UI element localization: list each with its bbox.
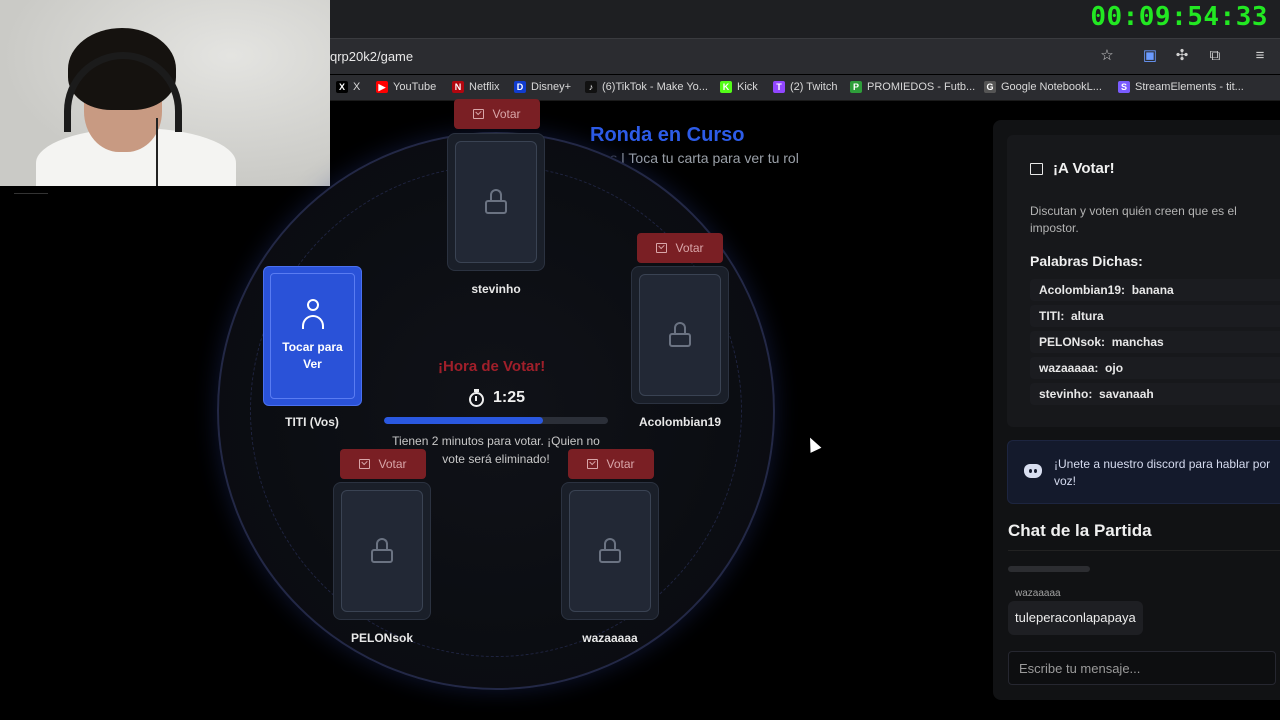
voting-title: ¡Hora de Votar!: [438, 358, 546, 375]
word-player: stevinho:: [1039, 387, 1093, 401]
bookmark-label: Google NotebookL...: [1001, 81, 1102, 93]
stream-timer: 00:09:54:33: [1090, 2, 1268, 32]
bookmark-label: Netflix: [469, 81, 500, 93]
word-row: TITI: altura: [1030, 305, 1280, 327]
my-role-card[interactable]: Tocar para Ver: [263, 266, 362, 406]
vote-progress-fill: [384, 417, 544, 424]
person-icon: [300, 299, 326, 331]
vote-box-description: Discutan y voten quién creen que es el i…: [1030, 204, 1237, 235]
bookmark-favicon-icon: X: [336, 81, 348, 93]
player-name: PELONsok: [350, 631, 413, 645]
bookmark-label: X: [353, 81, 361, 93]
ballot-icon: [1030, 162, 1043, 175]
star-icon[interactable]: ☆: [1098, 47, 1116, 65]
chat-title: Chat de la Partida: [1008, 521, 1152, 540]
menu-icon[interactable]: ≡: [1251, 47, 1269, 65]
chat-message: tuleperaconlapapaya: [1008, 601, 1143, 635]
word-value: ojo: [1105, 361, 1124, 375]
address-bar[interactable]: qrp20k2/game: [330, 49, 413, 64]
word-player: TITI:: [1039, 309, 1065, 323]
bookmark-label: YouTube: [393, 81, 437, 93]
round-title: Ronda en Curso: [590, 124, 745, 146]
vote-button-stevinho[interactable]: Votar: [454, 99, 540, 129]
ballot-icon: [473, 109, 485, 119]
bookmark-item[interactable]: G Google NotebookL...: [984, 81, 1102, 93]
lock-icon: [371, 538, 393, 564]
word-value: altura: [1071, 309, 1104, 323]
chat-message-user: wazaaaaa: [1015, 588, 1061, 599]
bookmark-label: StreamElements - tit...: [1135, 81, 1244, 93]
bookmark-label: Kick: [737, 81, 758, 93]
bookmark-item[interactable]: N Netflix: [452, 81, 500, 93]
bookmark-favicon-icon: K: [720, 81, 732, 93]
word-player: wazaaaaa:: [1039, 361, 1099, 375]
mouse-cursor: [804, 435, 822, 453]
player-name: wazaaaaa: [582, 631, 638, 645]
word-value: savanaah: [1099, 387, 1154, 401]
chat-scrollbar[interactable]: [1008, 566, 1090, 572]
player-card-stevinho: [447, 133, 545, 271]
ballot-icon: [587, 459, 599, 469]
lock-icon: [599, 538, 621, 564]
bookmark-favicon-icon: T: [773, 81, 785, 93]
vote-button-pelonsok[interactable]: Votar: [340, 449, 426, 479]
words-title: Palabras Dichas:: [1030, 253, 1143, 269]
vote-box-title: ¡A Votar!: [1030, 160, 1115, 177]
ballot-icon: [359, 459, 371, 469]
bookmark-item[interactable]: K Kick: [720, 81, 758, 93]
bookmark-favicon-icon: ♪: [585, 81, 597, 93]
bookmark-item[interactable]: ♪ (6)TikTok - Make Yo...: [585, 81, 708, 93]
player-card-wazaaaaa: [561, 482, 659, 620]
bookmark-favicon-icon: ▶: [376, 81, 388, 93]
countdown-time: 1:25: [493, 389, 526, 406]
word-value: banana: [1131, 283, 1174, 297]
reveal-card-label: Tocar para Ver: [282, 340, 343, 371]
discord-icon: [1024, 464, 1042, 478]
extension-icon[interactable]: ✣: [1173, 47, 1191, 65]
bookmark-label: (6)TikTok - Make Yo...: [602, 81, 708, 93]
word-row: wazaaaaa: ojo: [1030, 357, 1280, 379]
chat-input[interactable]: [1008, 651, 1276, 685]
bookmark-favicon-icon: G: [984, 81, 996, 93]
bookmark-favicon-icon: D: [514, 81, 526, 93]
my-player-name: TITI (Vos): [285, 415, 339, 429]
bookmark-item[interactable]: D Disney+: [514, 81, 571, 93]
player-name: Acolombian19: [638, 415, 722, 429]
bookmark-item[interactable]: ▶ YouTube: [376, 81, 436, 93]
webcam-feed: [0, 0, 330, 186]
bookmark-label: Disney+: [531, 81, 572, 93]
bookmark-item[interactable]: P PROMIEDOS - Futb...: [850, 81, 975, 93]
word-row: Acolombian19: banana: [1030, 279, 1280, 301]
bookmark-favicon-icon: N: [452, 81, 464, 93]
discord-text[interactable]: ¡Unete a nuestro discord para hablar por…: [1054, 456, 1280, 490]
vote-progress-bar: [384, 417, 608, 424]
divider: [1008, 550, 1280, 551]
puzzle-icon[interactable]: ⧉: [1206, 47, 1224, 65]
word-value: manchas: [1111, 335, 1164, 349]
player-card-acolombian19: [631, 266, 729, 404]
word-row: stevinho: savanaah: [1030, 383, 1280, 405]
bookmark-favicon-icon: P: [850, 81, 862, 93]
divider: [14, 186, 48, 194]
word-player: PELONsok:: [1039, 335, 1106, 349]
vote-button-wazaaaaa[interactable]: Votar: [568, 449, 654, 479]
stopwatch-icon: [469, 389, 484, 407]
bookmark-item[interactable]: T (2) Twitch: [773, 81, 837, 93]
word-row: PELONsok: manchas: [1030, 331, 1280, 353]
vote-button-acolombian19[interactable]: Votar: [637, 233, 723, 263]
bookmark-label: PROMIEDOS - Futb...: [867, 81, 976, 93]
lock-icon: [669, 322, 691, 348]
bookmark-item[interactable]: S StreamElements - tit...: [1118, 81, 1244, 93]
lock-icon: [485, 189, 507, 215]
subtitle-hint: | Toca tu carta para ver tu rol: [621, 150, 799, 166]
countdown: 1:25: [469, 389, 525, 407]
bookmark-label: (2) Twitch: [790, 81, 838, 93]
word-player: Acolombian19:: [1039, 283, 1126, 297]
bookmark-favicon-icon: S: [1118, 81, 1130, 93]
bookmark-item[interactable]: XX: [336, 81, 360, 93]
player-name: stevinho: [471, 282, 521, 296]
translate-icon[interactable]: ▣: [1141, 47, 1159, 65]
ballot-icon: [656, 243, 668, 253]
player-card-pelonsok: [333, 482, 431, 620]
